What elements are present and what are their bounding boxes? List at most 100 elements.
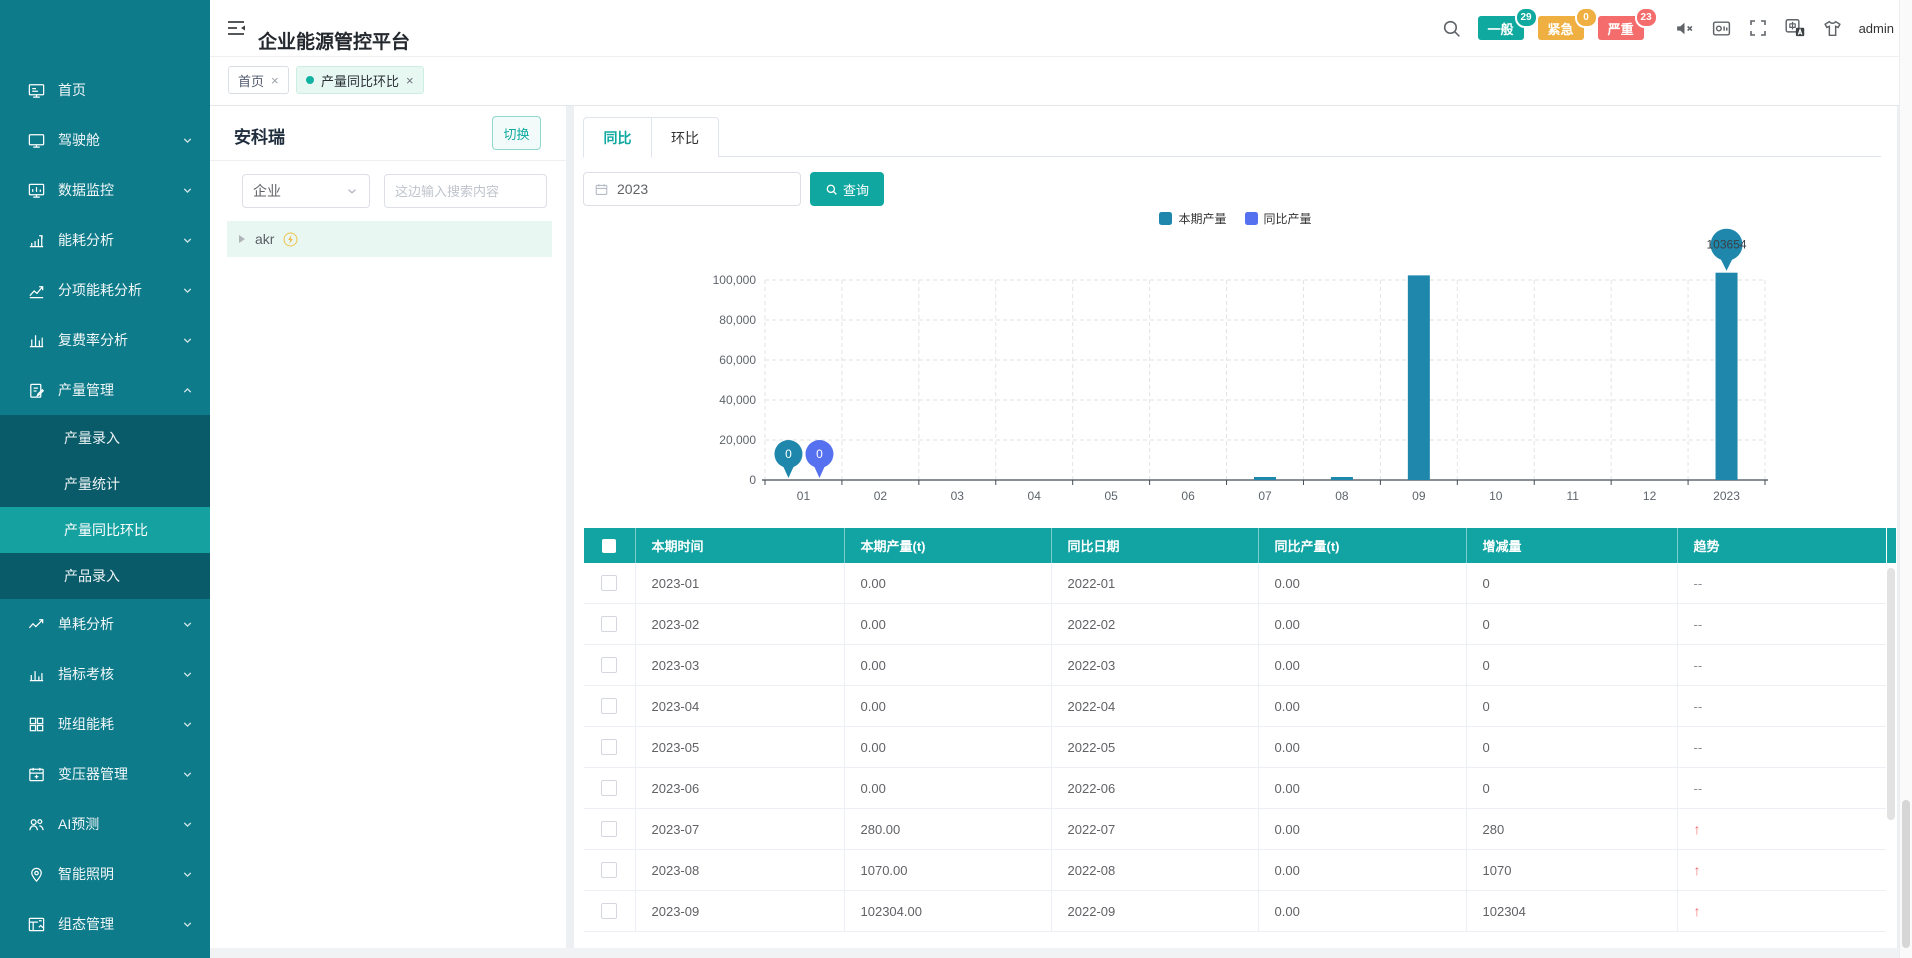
chevron-down-icon [181,284,194,297]
select-all-checkbox[interactable] [602,539,616,553]
sidebar-item-分项能耗分析[interactable]: 分项能耗分析 [0,265,210,315]
sidebar-item-label: 驾驶舱 [58,130,181,150]
sidebar-item-单耗分析[interactable]: 单耗分析 [0,599,210,649]
table-header-row: 本期时间本期产量(t)同比日期同比产量(t)增减量趋势 [584,528,1886,563]
sidebar-item-label: 能耗分析 [58,230,181,250]
username[interactable]: admin [1859,21,1894,36]
sidebar-subitem-label: 产量统计 [64,474,120,494]
table-scrollbar-thumb[interactable] [1887,568,1895,820]
legend-label: 同比产量 [1264,210,1312,227]
sidebar-subitem-产量同比环比[interactable]: 产量同比环比 [0,507,210,553]
alarm-chip-严重[interactable]: 严重23 [1598,16,1644,40]
row-checkbox[interactable] [601,862,617,878]
sidebar-item-变压器管理[interactable]: 变压器管理 [0,749,210,799]
divider [210,160,566,161]
sidebar-item-首页[interactable]: 首页 [0,65,210,115]
table-scrollbar[interactable] [1887,528,1896,958]
row-checkbox[interactable] [601,821,617,837]
svg-text:80,000: 80,000 [719,313,756,327]
select-value: 企业 [253,181,345,201]
close-icon[interactable]: × [271,74,279,87]
trend-up-icon: ↑ [1694,862,1701,878]
trend-none: -- [1694,658,1703,673]
breadcrumb-tab-home[interactable]: 首页 × [228,66,289,94]
row-checkbox[interactable] [601,739,617,755]
sidebar-subitem-产品录入[interactable]: 产品录入 [0,553,210,599]
table-cell: 0.00 [1258,604,1466,645]
sidebar-item-能耗分析[interactable]: 能耗分析 [0,215,210,265]
column-header-趋势: 趋势 [1677,528,1886,563]
sidebar-item-label: 数据监控 [58,180,181,200]
year-picker[interactable]: 2023 [583,172,801,206]
monitor-icon [27,131,46,150]
table-cell: 2022-05 [1051,727,1258,768]
fullscreen-icon[interactable] [1748,18,1768,38]
row-checkbox[interactable] [601,903,617,919]
svg-text:40,000: 40,000 [719,393,756,407]
table-cell: 2023-02 [635,604,844,645]
legend-swatch [1245,212,1258,225]
row-checkbox[interactable] [601,616,617,632]
sidebar-item-组态管理[interactable]: 组态管理 [0,899,210,949]
table-row: 2023-020.002022-020.000-- [584,604,1886,645]
table-cell: ↑ [1677,809,1886,850]
sidebar-item-产量管理[interactable]: 产量管理 [0,365,210,415]
sidebar-menu: 首页驾驶舱数据监控能耗分析分项能耗分析复费率分析产量管理产量录入产量统计产量同比… [0,0,210,949]
window-scrollbar-track[interactable] [1899,0,1912,958]
svg-text:2023: 2023 [1713,489,1740,503]
sidebar-item-复费率分析[interactable]: 复费率分析 [0,315,210,365]
alarm-chip-label: 一般 [1488,19,1514,38]
query-button[interactable]: 查询 [810,172,884,206]
row-checkbox[interactable] [601,780,617,796]
table-cell: 0.00 [844,563,1051,604]
table-cell: 2022-01 [1051,563,1258,604]
tree-search-input[interactable] [384,174,547,208]
tab-month-over-month[interactable]: 环比 [652,117,719,157]
table-cell: 2022-08 [1051,850,1258,891]
sidebar-subitem-产量统计[interactable]: 产量统计 [0,461,210,507]
switch-button[interactable]: 切换 [492,116,541,150]
close-icon[interactable]: × [406,74,414,87]
table-cell: 0.00 [1258,727,1466,768]
svg-text:12: 12 [1643,489,1657,503]
sidebar-item-驾驶舱[interactable]: 驾驶舱 [0,115,210,165]
legend-item-同比产量[interactable]: 同比产量 [1245,210,1312,227]
table-cell: 0.00 [1258,686,1466,727]
svg-text:03: 03 [951,489,965,503]
tab-year-over-year[interactable]: 同比 [583,117,652,158]
chart-legend: 本期产量 同比产量 [574,210,1897,227]
svg-text:11: 11 [1566,489,1579,503]
window-scrollbar-thumb[interactable] [1902,800,1910,948]
sidebar-item-指标考核[interactable]: 指标考核 [0,649,210,699]
table-row: 2023-060.002022-060.000-- [584,768,1886,809]
translate-icon[interactable] [1784,17,1806,39]
calendar-icon [594,182,609,197]
caret-right-icon[interactable] [239,235,245,243]
sidebar-item-数据监控[interactable]: 数据监控 [0,165,210,215]
horizontal-scrollbar-track[interactable] [210,948,1912,958]
search-icon[interactable] [1441,18,1462,39]
row-checkbox[interactable] [601,657,617,673]
row-checkbox[interactable] [601,698,617,714]
alarm-chip-紧急[interactable]: 紧急0 [1538,16,1584,40]
theme-shirt-icon[interactable] [1822,18,1843,39]
legend-item-本期产量[interactable]: 本期产量 [1159,210,1226,227]
row-checkbox[interactable] [601,575,617,591]
breadcrumb-tab-current[interactable]: 产量同比环比 × [296,66,424,94]
sidebar-subitem-产量录入[interactable]: 产量录入 [0,415,210,461]
bar-chart-icon [27,331,46,350]
volume-muted-icon[interactable] [1674,18,1695,39]
screen-monitor-icon[interactable] [1711,18,1732,39]
collapse-menu-icon[interactable] [225,18,247,43]
trend-none: -- [1694,617,1703,632]
table-cell: -- [1677,686,1886,727]
table-cell: 0.00 [844,645,1051,686]
tree-node-akr[interactable]: akr [227,221,552,257]
org-type-select[interactable]: 企业 [242,174,370,208]
org-panel: 安科瑞 切换 企业 akr [210,106,566,948]
alarm-chip-一般[interactable]: 一般29 [1478,16,1524,40]
sidebar-item-智能照明[interactable]: 智能照明 [0,849,210,899]
sidebar-item-AI预测[interactable]: AI预测 [0,799,210,849]
table-row: 2023-040.002022-040.000-- [584,686,1886,727]
sidebar-item-班组能耗[interactable]: 班组能耗 [0,699,210,749]
